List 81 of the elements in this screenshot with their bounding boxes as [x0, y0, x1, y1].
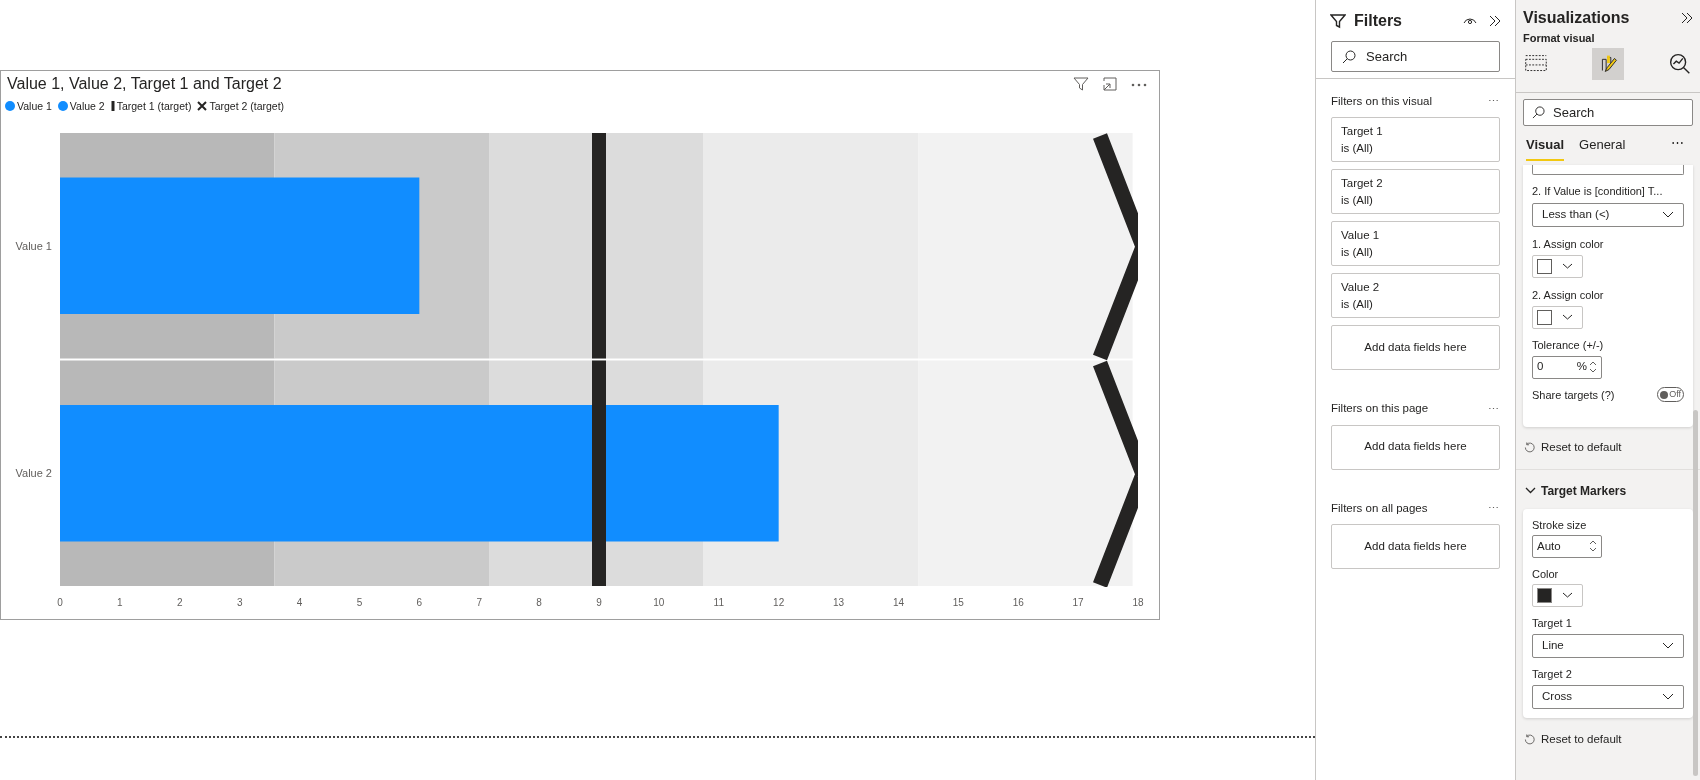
- search-field[interactable]: Search: [1331, 41, 1500, 72]
- focus-mode-icon[interactable]: [1103, 77, 1117, 91]
- field-label: 1. Assign color: [1532, 236, 1605, 252]
- filter-field: Value 1: [1341, 227, 1490, 245]
- filter-value: is (All): [1341, 141, 1374, 157]
- pane-title: Visualizations: [1523, 8, 1630, 28]
- x-axis: 0 1 2 3 4 5 6 7 8 9 10 11 12 13 14 15 16 17 18: [57, 597, 1144, 608]
- chevron-down-icon: [1562, 314, 1573, 320]
- chevron-down-icon: [1662, 693, 1674, 701]
- filter-field: Value 2: [1341, 279, 1490, 297]
- pane-title: Filters: [1354, 11, 1402, 31]
- field-label: Share targets (?): [1532, 387, 1615, 403]
- field-label: Tolerance (+/-): [1532, 337, 1605, 353]
- filter-icon: [1330, 13, 1346, 29]
- filter-card[interactable]: Target 1 is (All): [1331, 117, 1500, 163]
- color-picker[interactable]: [1532, 583, 1583, 607]
- section-label: Filters on all pages: [1331, 500, 1428, 516]
- field-label: Target 1: [1532, 615, 1573, 630]
- filter-field: Target 2: [1341, 175, 1490, 193]
- legend-label[interactable]: Value 2: [69, 100, 105, 112]
- filter-value: is (All): [1341, 245, 1374, 261]
- spinner-icon[interactable]: [1589, 539, 1597, 554]
- color-picker[interactable]: [1532, 254, 1583, 278]
- filter-value: is (All): [1341, 297, 1374, 313]
- legend-label[interactable]: Target 2 (target): [209, 100, 285, 112]
- search-field[interactable]: Search: [1523, 99, 1693, 126]
- reset-icon: [1524, 441, 1535, 453]
- reset-link[interactable]: Reset to default: [1516, 438, 1630, 456]
- search-icon: [1532, 106, 1545, 119]
- collapse-icon[interactable]: [1489, 15, 1501, 27]
- field-label: Target 2: [1532, 666, 1573, 681]
- format-tab[interactable]: General: [1579, 135, 1626, 161]
- field-label: 2. Assign color: [1532, 287, 1605, 303]
- target-cross-marker[interactable]: [1093, 133, 1138, 361]
- search-icon: [1342, 49, 1356, 64]
- filter-card[interactable]: Value 1 is (All): [1331, 221, 1500, 267]
- more-options-icon[interactable]: ⋯: [1671, 135, 1690, 160]
- drop-zone[interactable]: Add data fields here: [1331, 325, 1500, 371]
- filter-card[interactable]: Target 2 is (All): [1331, 169, 1500, 215]
- chevron-down-icon: [1662, 211, 1674, 218]
- condition-dropdown[interactable]: Less than (<): [1532, 202, 1684, 227]
- chart-title: Value 1, Value 2, Target 1 and Target 2: [7, 74, 282, 94]
- more-options-icon[interactable]: ⋯: [1488, 93, 1500, 110]
- field-label: 2. If Value is [condition] T...: [1532, 183, 1664, 199]
- reset-link[interactable]: Reset to default: [1516, 730, 1630, 748]
- more-options-icon[interactable]: ⋯: [1488, 499, 1500, 517]
- section-label: Filters on this visual: [1331, 94, 1432, 109]
- filter-card[interactable]: Value 2 is (All): [1331, 273, 1500, 319]
- field-label: Stroke size: [1532, 517, 1588, 532]
- chevron-down-icon: [1562, 263, 1573, 269]
- chevron-down-icon: [1562, 592, 1573, 599]
- scrollbar[interactable]: [1693, 410, 1698, 776]
- pane-mode-tab[interactable]: [1592, 48, 1624, 80]
- more-options-icon[interactable]: ⋯: [1488, 400, 1500, 418]
- dropdown-field[interactable]: [1532, 164, 1684, 175]
- section-label: Format visual: [1522, 31, 1596, 46]
- category-label: Value 1: [15, 239, 52, 252]
- drop-zone[interactable]: Add data fields here: [1331, 523, 1500, 569]
- filter-icon[interactable]: [1073, 77, 1089, 91]
- chevron-down-icon: [1662, 642, 1674, 650]
- number-field[interactable]: Auto: [1532, 534, 1602, 558]
- category-label: Value 2: [15, 467, 52, 480]
- collapse-icon[interactable]: [1681, 12, 1693, 24]
- reset-icon: [1524, 733, 1535, 745]
- marker-dropdown[interactable]: Line: [1532, 633, 1684, 658]
- target-cross-marker[interactable]: [1093, 360, 1138, 587]
- legend-label[interactable]: Target 1 (target): [116, 100, 192, 112]
- marker-dropdown[interactable]: Cross: [1532, 684, 1684, 709]
- format-tab[interactable]: Visual: [1526, 135, 1565, 161]
- section-header[interactable]: Target Markers: [1516, 481, 1636, 500]
- field-label: Color: [1532, 566, 1560, 581]
- spinner-icon[interactable]: [1589, 360, 1597, 374]
- drop-zone[interactable]: Add data fields here: [1331, 424, 1500, 470]
- number-field[interactable]: 0 %: [1532, 355, 1602, 379]
- filter-field: Target 1: [1341, 123, 1490, 141]
- legend-label[interactable]: Value 1: [17, 100, 52, 112]
- section-label: Filters on this page: [1331, 401, 1429, 417]
- eye-icon[interactable]: [1463, 16, 1477, 26]
- filter-value: is (All): [1341, 193, 1374, 209]
- color-picker[interactable]: [1532, 305, 1583, 329]
- more-options-icon[interactable]: [1131, 83, 1147, 87]
